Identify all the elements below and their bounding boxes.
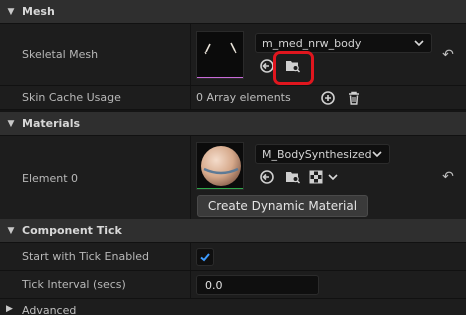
element-0-label: Element 0 [22,172,79,185]
start-tick-enabled-row: Start with Tick Enabled [0,243,466,271]
column-divider [190,136,191,221]
checkerboard-icon [309,170,323,184]
plus-circle-icon [321,91,335,105]
column-divider [190,86,191,109]
advanced-row[interactable]: ▶ Advanced [0,299,466,315]
delete-elements-button[interactable] [344,88,364,108]
material-thumbnail[interactable] [196,142,244,190]
skeletal-mesh-thumbnail[interactable] [196,31,244,79]
reset-arrow-icon[interactable]: ↶ [440,169,456,185]
skeletal-mesh-value: m_med_nrw_body [262,36,362,50]
mesh-section-header[interactable]: ▼ Mesh [0,0,466,24]
checkmark-icon [200,253,210,262]
component-tick-section-header[interactable]: ▼ Component Tick [0,219,466,243]
material-dropdown[interactable]: M_BodySynthesized [255,144,390,164]
browse-material-button[interactable] [283,167,303,187]
triangle-down-icon: ▼ [7,6,15,17]
material-value: M_BodySynthesized [262,147,372,161]
materials-section-title: Materials [22,117,81,130]
skin-cache-value: 0 Array elements [196,91,291,104]
start-tick-enabled-checkbox[interactable] [196,248,214,266]
materials-section-header[interactable]: ▼ Materials [0,112,466,136]
skeletal-mesh-row: Skeletal Mesh m_med_nrw_body ↶ [0,24,466,86]
create-dynamic-material-button[interactable]: Create Dynamic Material [197,195,368,217]
trash-icon [349,91,359,105]
mesh-section-title: Mesh [22,5,55,18]
column-divider [190,243,191,270]
add-element-button[interactable] [318,88,338,108]
triangle-right-icon: ▶ [6,304,13,314]
use-selected-material-button[interactable] [257,167,277,187]
triangle-down-icon: ▼ [7,118,15,129]
folder-search-icon [286,172,301,184]
start-tick-enabled-label: Start with Tick Enabled [22,250,150,263]
triangle-down-icon: ▼ [7,225,15,236]
column-divider [190,271,191,298]
advanced-label: Advanced [22,304,77,315]
skeletal-mesh-label: Skeletal Mesh [22,48,99,61]
chevron-down-icon [328,174,338,181]
skin-cache-row: Skin Cache Usage 0 Array elements [0,86,466,110]
tick-interval-input[interactable]: 0.0 [196,275,319,295]
reset-arrow-icon[interactable]: ↶ [440,47,456,63]
chevron-down-icon [414,40,424,47]
skeletal-mesh-dropdown[interactable]: m_med_nrw_body [255,33,432,53]
browse-highlight-box [273,51,314,85]
skin-cache-label: Skin Cache Usage [22,91,121,104]
column-divider [190,24,191,85]
tick-interval-label: Tick Interval (secs) [22,278,126,291]
component-tick-section-title: Component Tick [22,224,122,237]
arrow-left-circle-icon [260,170,274,184]
material-options-button[interactable] [309,167,343,187]
chevron-down-icon [372,151,382,158]
